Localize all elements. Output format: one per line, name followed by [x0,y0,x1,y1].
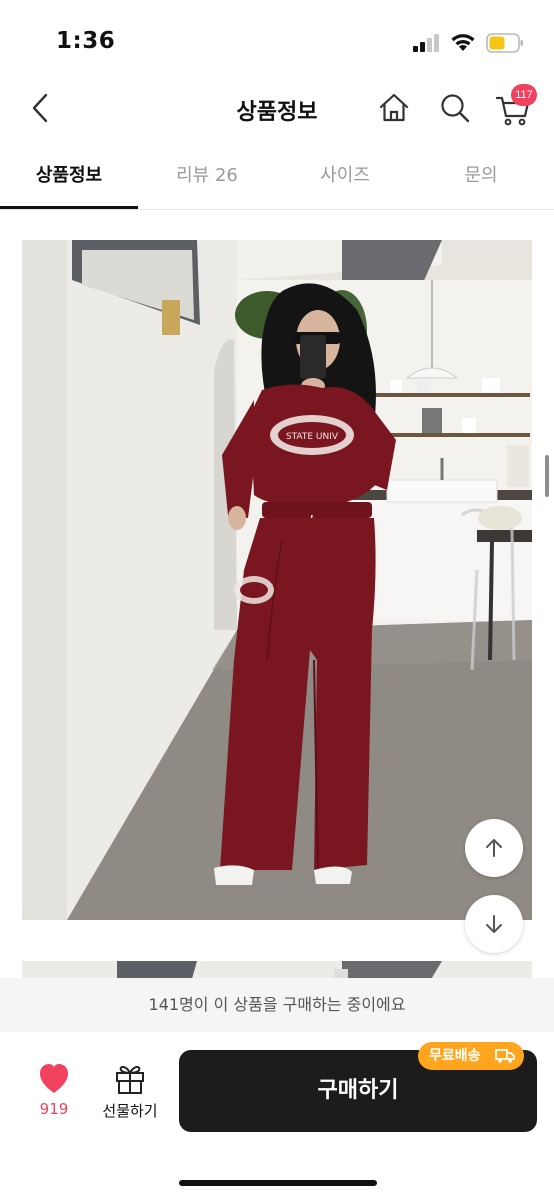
home-icon [379,93,409,122]
gift-icon [116,1066,144,1094]
product-photo: STATE UNIV [22,240,532,920]
battery-icon [486,33,524,53]
tab-size[interactable]: 사이즈 [276,148,414,210]
scroll-to-bottom-button[interactable] [465,895,523,953]
tab-inquiry[interactable]: 문의 [412,148,550,210]
product-tabs: 상품정보 리뷰 26 사이즈 문의 [0,148,554,210]
like-button[interactable]: 919 [26,1062,82,1132]
status-bar: 1:36 [0,0,554,80]
gift-label: 선물하기 [102,1102,158,1120]
free-shipping-label: 무료배송 [429,1048,481,1064]
truck-icon [495,1049,515,1063]
free-shipping-badge: 무료배송 [418,1042,524,1070]
hoodie-print-text: STATE UNIV [286,432,339,442]
like-count: 919 [39,1100,69,1118]
search-icon [441,94,470,123]
top-nav-bar: 상품정보 [0,80,554,136]
back-icon [32,93,48,123]
tab-product-info[interactable]: 상품정보 [0,148,138,210]
scrollbar-thumb[interactable] [545,455,549,497]
back-button[interactable] [24,88,60,128]
live-viewers-banner: 141명이 이 상품을 구매하는 중이에요 [0,978,554,1032]
search-button[interactable] [438,90,472,126]
tab-reviews[interactable]: 리뷰 26 [138,148,276,210]
wifi-icon [450,32,476,52]
tab-active-indicator [0,206,138,209]
heart-icon [40,1064,68,1093]
arrow-up-icon [486,839,502,857]
bottom-action-bar: 919 선물하기 구매하기 무료배송 [0,1032,554,1200]
arrow-down-icon [486,915,502,933]
status-time: 1:36 [56,28,116,54]
home-indicator [179,1180,377,1186]
cart-count-badge: 117 [511,84,537,106]
cellular-signal-icon [413,34,443,52]
scroll-to-top-button[interactable] [465,819,523,877]
home-button[interactable] [377,90,411,126]
gift-button[interactable]: 선물하기 [94,1060,166,1132]
